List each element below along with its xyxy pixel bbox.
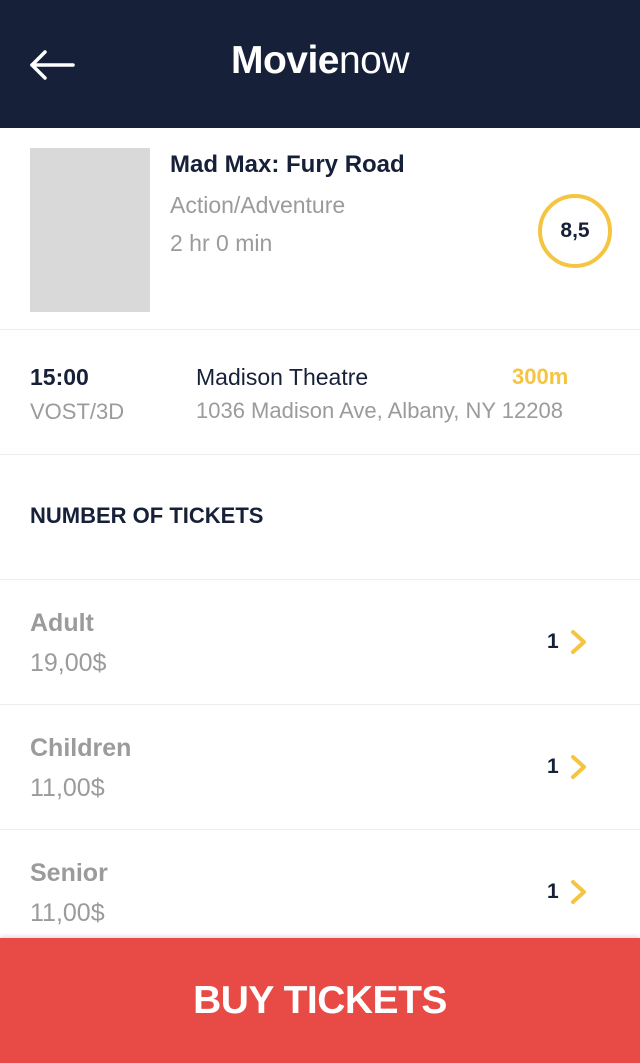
ticket-price: 19,00$ (30, 649, 107, 677)
app-brand: Movienow (0, 38, 640, 84)
movie-title: Mad Max: Fury Road (170, 151, 405, 178)
ticket-count: 1 (547, 880, 559, 903)
tickets-section-header: NUMBER OF TICKETS (0, 455, 640, 580)
brand-light: now (338, 39, 410, 82)
ticket-type: Children (30, 734, 132, 762)
ticket-price: 11,00$ (30, 774, 105, 802)
theatre-address: 1036 Madison Ave, Albany, NY 12208 (196, 398, 563, 423)
tickets-section-title: NUMBER OF TICKETS (30, 503, 264, 528)
chevron-right-icon[interactable] (568, 879, 590, 905)
movie-duration: 2 hr 0 min (170, 230, 273, 256)
theatre-distance: 300m (512, 364, 569, 389)
ticket-type: Senior (30, 859, 108, 887)
chevron-right-icon[interactable] (568, 629, 590, 655)
movie-genre: Action/Adventure (170, 192, 346, 218)
movie-poster (30, 148, 150, 312)
ticket-count: 1 (547, 755, 559, 778)
session-time: 15:00 (30, 364, 89, 390)
buy-tickets-button[interactable]: BUY TICKETS (0, 938, 640, 1063)
movie-card: Mad Max: Fury Road Action/Adventure 2 hr… (0, 128, 640, 330)
app-header: Movienow (0, 0, 640, 128)
ticket-type: Adult (30, 609, 94, 637)
ticket-row-children[interactable]: Children 11,00$ 1 (0, 705, 640, 830)
ticket-count: 1 (547, 630, 559, 653)
movie-rating-badge: 8,5 (538, 194, 612, 268)
chevron-right-icon[interactable] (568, 754, 590, 780)
brand-bold: Movie (230, 39, 340, 82)
ticket-price: 11,00$ (30, 899, 105, 927)
session-info: 15:00 VOST/3D Madison Theatre 300m 1036 … (0, 330, 640, 455)
ticket-row-adult[interactable]: Adult 19,00$ 1 (0, 580, 640, 705)
theatre-name: Madison Theatre (196, 364, 369, 390)
session-format: VOST/3D (30, 399, 125, 424)
ticket-row-senior[interactable]: Senior 11,00$ 1 (0, 830, 640, 955)
